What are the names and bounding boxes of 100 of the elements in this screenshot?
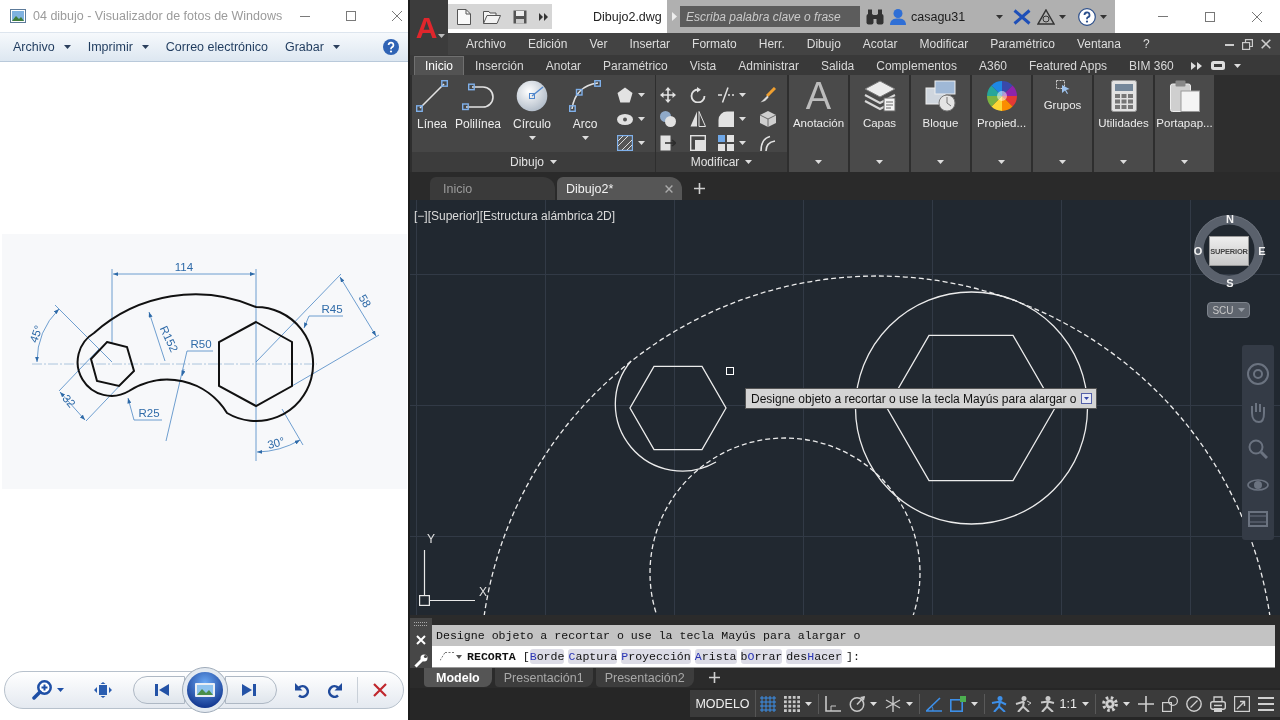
ribbon-tab[interactable]: Salida [809,56,866,75]
compass-letter[interactable]: N [1223,213,1237,225]
caret-icon[interactable] [739,93,746,97]
ellipse-icon[interactable] [617,113,633,125]
menu-item[interactable]: Formato [681,33,748,55]
help-icon[interactable] [1078,7,1096,26]
caret-icon[interactable] [869,701,877,706]
stretch-icon[interactable] [660,135,676,151]
command-option[interactable]: bOrrar [740,649,783,664]
object-snap-icon[interactable] [949,695,966,712]
open-folder-icon[interactable] [483,9,501,24]
caret-icon[interactable] [638,141,645,145]
compass-letter[interactable]: O [1191,245,1205,257]
caret-icon[interactable] [905,701,913,706]
caret-icon[interactable] [638,93,645,97]
caret-icon[interactable] [1059,14,1066,19]
command-option[interactable]: Arista [694,649,737,664]
rotate-left-icon[interactable] [295,682,309,698]
ribbon-tab[interactable]: A360 [968,56,1018,75]
caret-icon[interactable] [1123,701,1130,706]
close-icon[interactable] [392,11,403,21]
menu-item[interactable]: Herr. [747,33,796,55]
menu-item[interactable]: Ver [578,33,619,55]
ortho-icon[interactable] [824,695,841,712]
layout-tab[interactable]: Presentación2 [595,668,694,687]
ribbon-tab[interactable]: Inicio [414,56,464,75]
caret-icon[interactable] [1100,14,1107,19]
close-icon[interactable] [1251,11,1262,22]
brush-icon[interactable] [760,87,776,103]
menu-item[interactable]: Insertar [618,33,682,55]
command-option[interactable]: desHacer [786,649,843,664]
add-icon[interactable] [708,672,720,683]
menu-item[interactable]: Paramétrico [979,33,1066,55]
binoculars-icon[interactable] [866,8,884,25]
ribbon-tab[interactable]: Administrar [727,56,810,75]
ucs-menu-button[interactable]: SCU [1207,302,1250,318]
x-icon[interactable] [1013,8,1031,25]
figure-icon[interactable] [1014,695,1031,712]
save-icon[interactable] [513,9,527,24]
search-field[interactable]: Escriba palabra clave o frase [680,6,860,27]
panel-button[interactable]: A Anotación [789,75,848,172]
isometric-icon[interactable] [884,695,901,712]
pentagon-icon[interactable] [617,87,633,103]
compass-letter[interactable]: E [1255,245,1269,257]
menu-item[interactable]: Dibujo [795,33,852,55]
scale-icon[interactable] [690,135,706,151]
help-icon[interactable] [383,39,399,55]
panel-button[interactable]: Grupos [1033,75,1092,172]
ribbon-tab[interactable]: Complementos [865,56,968,75]
zoom-in-icon[interactable] [32,680,52,700]
polar-tracking-icon[interactable] [848,695,865,712]
caret-icon[interactable] [739,117,746,121]
close-icon[interactable] [1261,39,1271,49]
ribbon-tab[interactable]: Featured Apps [1018,56,1119,75]
menu-item[interactable]: Acotar [851,33,909,55]
add-icon[interactable] [694,183,705,194]
printer-icon[interactable] [1210,695,1226,712]
delete-icon[interactable] [373,683,387,697]
command-option[interactable]: Proyección [621,649,691,664]
caret-icon[interactable] [804,701,812,706]
gear-icon[interactable] [1102,695,1118,712]
file-tab[interactable]: Dibujo2* [557,177,682,200]
viewport-label[interactable]: [−][Superior][Estructura alámbrica 2D] [414,209,616,223]
command-option[interactable]: Borde [529,649,565,664]
ribbon-tab[interactable]: Inserción [464,56,535,75]
next-button[interactable] [225,676,277,704]
panel-title[interactable]: Modificar [656,152,787,172]
panel-title[interactable]: Dibujo [412,152,655,172]
menu-icon[interactable] [1258,695,1274,712]
tool-button[interactable]: Arco [560,75,610,152]
new-file-icon[interactable] [457,8,471,25]
command-option[interactable]: Captura [568,649,618,664]
ribbon-tab[interactable]: Vista [678,56,728,75]
file-tab[interactable]: Inicio [430,177,555,200]
menu-item[interactable]: Edición [517,33,579,55]
minimize-icon[interactable] [1225,43,1234,46]
menu-item[interactable]: Imprimir [80,37,156,57]
panel-button[interactable]: Bloque [911,75,970,172]
move-icon[interactable] [660,87,676,103]
ribbon-tab[interactable]: Paramétrico [592,56,679,75]
grid-icon[interactable] [759,695,776,712]
command-prompt-icon[interactable] [440,652,462,661]
compass-ring[interactable] [1193,213,1265,285]
caret-icon[interactable] [638,117,645,121]
ribbon-tab[interactable]: Anotar [534,56,593,75]
menu-item[interactable]: Modificar [908,33,980,55]
menu-item[interactable]: Archivo [6,37,78,57]
caret-icon[interactable] [1233,63,1241,68]
panel-toggle-icon[interactable] [1210,61,1225,70]
double-arrow-icon[interactable] [1190,61,1202,70]
caret-icon[interactable] [581,136,589,140]
mirror-icon[interactable] [690,111,706,127]
menu-item[interactable]: Correo electrónico [158,37,275,57]
cube-icon[interactable] [760,111,776,127]
rotate-icon[interactable] [690,87,706,103]
hatch-icon[interactable] [617,135,633,151]
menu-item[interactable]: Grabar [277,37,347,57]
offset-icon[interactable] [760,135,776,151]
fillet-icon[interactable] [718,111,734,127]
minimize-icon[interactable] [1157,16,1168,17]
